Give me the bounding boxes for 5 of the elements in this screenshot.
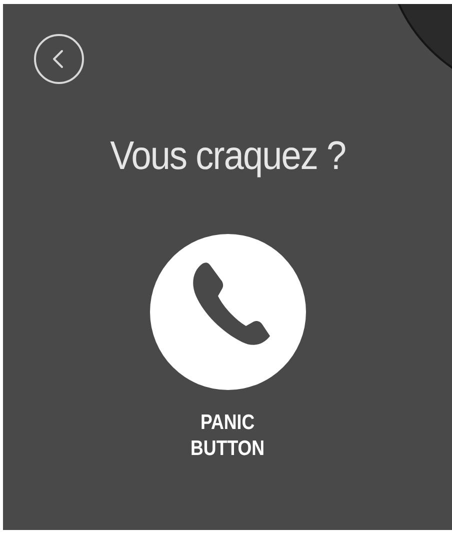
panic-button[interactable]: PANIC BUTTON (150, 234, 306, 462)
phone-icon (150, 234, 306, 390)
screen-title: Vous craquez ? (110, 133, 346, 180)
back-button[interactable] (33, 33, 85, 85)
back-icon (33, 33, 85, 85)
